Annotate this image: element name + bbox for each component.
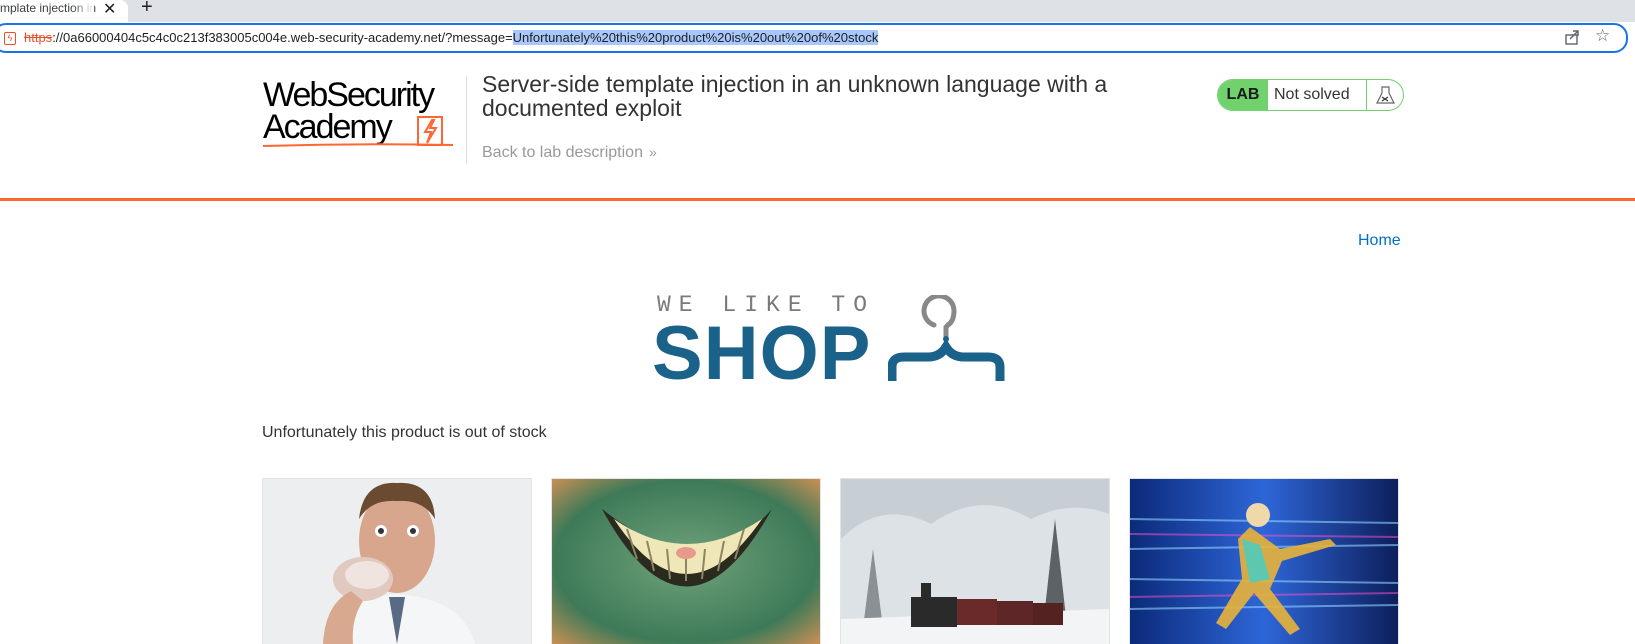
new-tab-icon[interactable]: + (141, 0, 153, 19)
lab-label: LAB (1218, 80, 1268, 110)
flask-icon (1366, 80, 1403, 110)
home-link[interactable]: Home (1358, 232, 1401, 250)
web-security-academy-logo[interactable]: WebSecurity Academy (263, 76, 463, 152)
product-image-snowy-train[interactable] (840, 478, 1110, 644)
product-image-man-eating-donut[interactable] (262, 478, 532, 644)
lab-status-badge: LAB Not solved (1217, 79, 1404, 111)
browser-tabstrip: mplate injection in ✕ + (0, 0, 1635, 22)
back-to-lab-description-link[interactable]: Back to lab description » (482, 144, 657, 162)
url-selected-query: Unfortunately%20this%20product%20is%20ou… (512, 30, 879, 45)
double-chevron-icon: » (648, 144, 657, 160)
back-link-label: Back to lab description (482, 144, 643, 161)
product-image-speed-runner[interactable] (1129, 478, 1399, 644)
lab-status-text: Not solved (1274, 86, 1350, 103)
hanger-icon (888, 295, 1005, 381)
site-info-icon[interactable]: ϟ (4, 32, 16, 45)
out-of-stock-message: Unfortunately this product is out of sto… (262, 424, 547, 441)
tab-title-fade (72, 0, 94, 22)
browser-tab[interactable]: mplate injection in ✕ (0, 0, 128, 22)
address-bar[interactable]: ϟ https://0a66000404c5c4c0c213f383005c00… (0, 23, 1628, 53)
browser-toolbar: ϟ https://0a66000404c5c4c0c213f383005c00… (0, 22, 1635, 54)
url-scheme: https (24, 30, 53, 45)
url-text[interactable]: https://0a66000404c5c4c0c213f383005c004e… (24, 30, 879, 45)
lab-title: Server-side template injection in an unk… (482, 71, 1108, 121)
bookmark-star-icon[interactable]: ☆ (1595, 26, 1610, 46)
header-divider (466, 76, 467, 164)
close-icon[interactable]: ✕ (103, 0, 116, 19)
logo-underline (263, 143, 453, 147)
product-image-cheshire-grin[interactable] (551, 478, 821, 644)
shop-logo-word: SHOP (652, 311, 872, 396)
share-icon[interactable] (1564, 29, 1580, 45)
url-host-path: ://0a66000404c5c4c0c213f383005c004e.web-… (52, 30, 513, 45)
header-orange-rule (0, 198, 1635, 201)
